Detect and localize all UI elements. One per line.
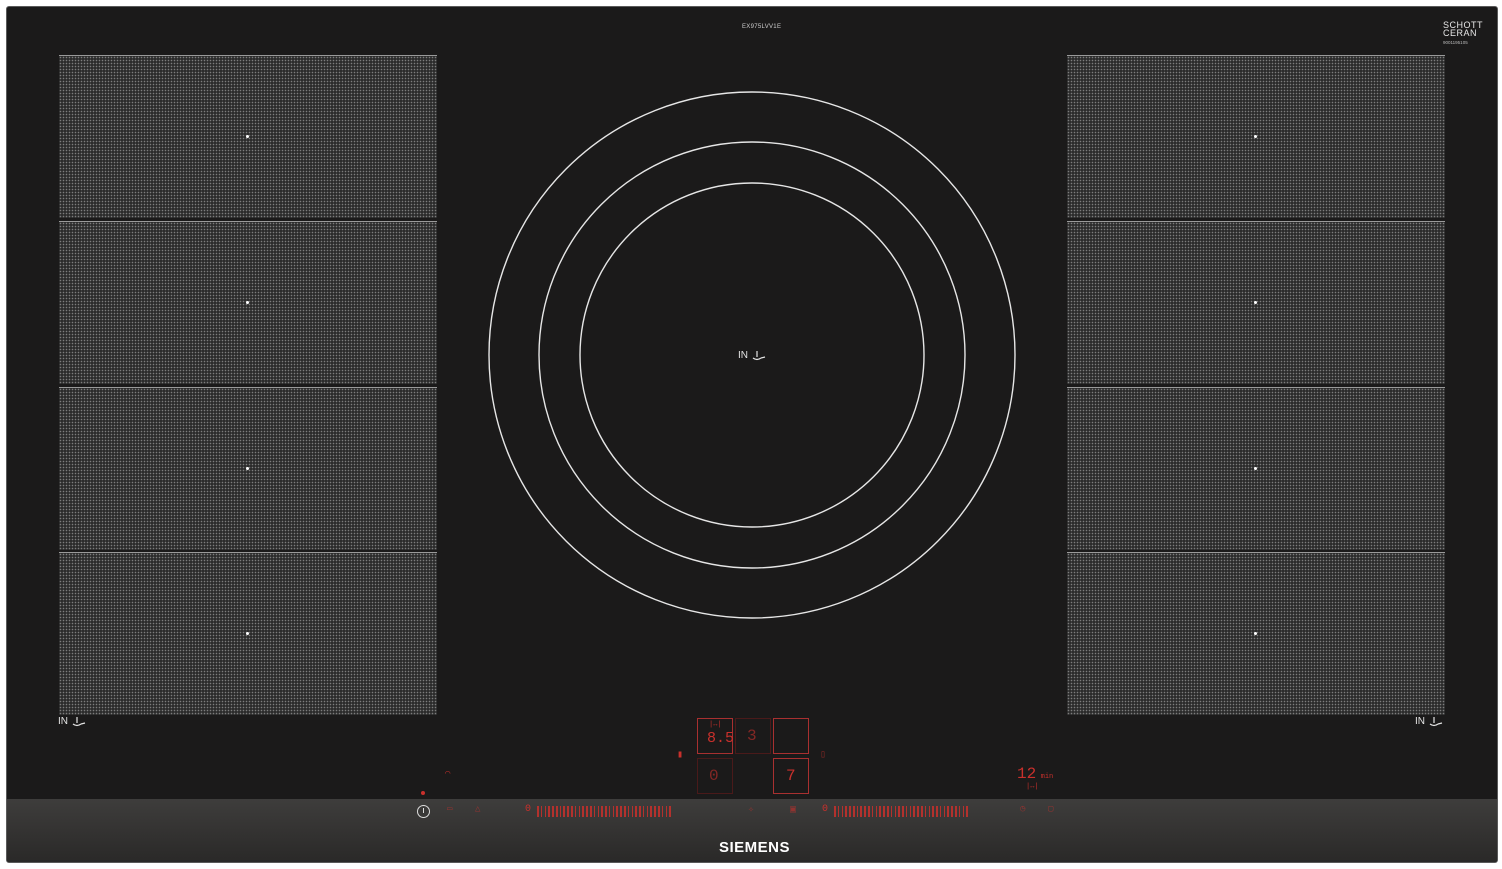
in-text: IN bbox=[58, 716, 68, 727]
display-zone-d[interactable]: 0 bbox=[697, 758, 733, 794]
left-zone-in-label: IN bbox=[58, 716, 86, 727]
display-zone-a[interactable]: |↔| 8.5 bbox=[697, 718, 735, 754]
zone-select-left-icon[interactable]: ▮ bbox=[677, 749, 683, 761]
display-zone-b[interactable]: 3 bbox=[735, 718, 771, 754]
wifi-icon[interactable]: ◠ bbox=[445, 769, 450, 779]
left-slider-zero: 0 bbox=[525, 804, 532, 815]
timer-unit: min bbox=[1040, 773, 1054, 781]
timer-value: 12 bbox=[1017, 765, 1037, 783]
wifi-button-icon[interactable]: ▭ bbox=[447, 804, 452, 814]
center-zone-in-label: IN bbox=[738, 350, 766, 361]
pot-steam-icon bbox=[72, 716, 86, 726]
right-zone-in-label: IN bbox=[1415, 716, 1443, 727]
timer-display[interactable]: 12 min |↔| bbox=[1017, 765, 1053, 791]
right-power-slider[interactable] bbox=[834, 805, 968, 817]
display-zone-e[interactable]: 7 bbox=[773, 758, 809, 794]
timer-arrow-icon: |↔| bbox=[1026, 783, 1039, 791]
power-indicator-dot bbox=[421, 791, 425, 795]
lock-button-icon[interactable]: △ bbox=[475, 804, 480, 814]
zone-select-right-icon[interactable]: ▯ bbox=[820, 749, 826, 761]
siemens-logo: SIEMENS bbox=[719, 839, 791, 856]
menu-button-icon[interactable]: ▢ bbox=[1048, 804, 1053, 814]
level-c-value: 0 bbox=[709, 767, 719, 785]
move-function-icon[interactable]: ✧ bbox=[748, 804, 754, 816]
cooktop-glass: EX975LVV1E SCHOTT CERAN 9001195105 IN IN… bbox=[6, 6, 1498, 863]
in-text: IN bbox=[1415, 716, 1425, 727]
pot-steam-icon bbox=[1429, 716, 1443, 726]
timer-arrow-icon: |↔| bbox=[709, 721, 722, 729]
display-zone-c[interactable] bbox=[773, 718, 809, 754]
left-power-slider[interactable] bbox=[537, 805, 671, 817]
timer-button-icon[interactable]: ◷ bbox=[1020, 804, 1025, 814]
sensor-icon[interactable]: ▣ bbox=[790, 804, 796, 816]
in-text: IN bbox=[738, 350, 748, 361]
level-d-value: 7 bbox=[786, 767, 796, 785]
pot-steam-icon bbox=[752, 350, 766, 360]
level-a-value: 8.5 bbox=[707, 730, 735, 747]
power-button[interactable] bbox=[417, 805, 430, 818]
right-slider-zero: 0 bbox=[822, 804, 829, 815]
level-b-value: 3 bbox=[747, 727, 757, 745]
